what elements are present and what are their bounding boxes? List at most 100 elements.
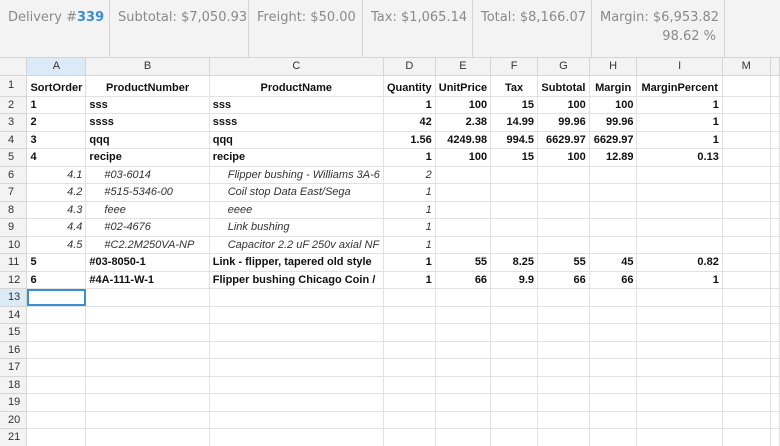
cell-productnumber[interactable] [85, 341, 210, 359]
cell-marginpercent[interactable] [636, 393, 723, 412]
column-header-b[interactable]: B [85, 58, 210, 76]
cell-unitprice[interactable]: 100 [435, 96, 492, 114]
cell-margin[interactable] [589, 341, 638, 359]
cell-productname[interactable]: Link bushing [209, 218, 384, 237]
column-header-f[interactable]: F [490, 58, 539, 76]
cell-marginpercent[interactable] [636, 358, 723, 377]
cell-subtotal[interactable]: 100 [537, 96, 590, 114]
cell-margin[interactable] [589, 358, 638, 377]
cell-quantity[interactable]: 1 [383, 253, 436, 272]
cell-margin[interactable] [589, 288, 638, 307]
cell-subtotal[interactable]: 6629.97 [537, 131, 590, 149]
cell-sortorder[interactable] [26, 323, 87, 342]
cell-productnumber[interactable]: #03-6014 [85, 166, 210, 184]
row-header[interactable]: 13 [0, 288, 28, 307]
row-header[interactable]: 16 [0, 341, 28, 359]
cell-unitprice[interactable]: 55 [435, 253, 492, 272]
cell-sortorder[interactable]: 4.5 [26, 236, 87, 254]
cell-unitprice[interactable] [435, 358, 492, 377]
cell-tax[interactable] [490, 393, 539, 412]
cell-m[interactable] [722, 288, 771, 307]
cell-sortorder[interactable]: 1 [26, 96, 87, 114]
cell-marginpercent[interactable]: 0.82 [636, 253, 723, 272]
row-header[interactable]: 18 [0, 376, 28, 394]
cell-unitprice[interactable] [435, 323, 492, 342]
row-header[interactable]: 20 [0, 411, 28, 429]
cell-margin[interactable]: 12.89 [589, 148, 638, 167]
cell-productnumber[interactable]: #02-4676 [85, 218, 210, 237]
column-header-d[interactable]: D [383, 58, 436, 76]
cell-sortorder[interactable] [26, 376, 87, 394]
cell-margin[interactable] [589, 306, 638, 324]
cell-subtotal[interactable]: 66 [537, 271, 590, 289]
cell-tax[interactable] [490, 341, 539, 359]
cell-productname[interactable]: Flipper bushing Chicago Coin / [209, 271, 384, 289]
cell-margin[interactable] [589, 218, 638, 237]
cell-margin[interactable] [589, 201, 638, 219]
cell-tax[interactable] [490, 323, 539, 342]
column-header-i[interactable]: I [636, 58, 723, 76]
cell-m[interactable] [722, 253, 771, 272]
cell-productname[interactable]: Coil stop Data East/Sega [209, 183, 384, 202]
column-header-m[interactable]: M [722, 58, 771, 76]
header-cell-quantity[interactable]: Quantity [383, 75, 436, 97]
row-header[interactable]: 2 [0, 96, 28, 114]
cell-unitprice[interactable] [435, 341, 492, 359]
cell-margin[interactable] [589, 166, 638, 184]
cell-sortorder[interactable] [26, 288, 87, 307]
row-header[interactable]: 10 [0, 236, 28, 254]
cell-m[interactable] [722, 201, 771, 219]
cell-quantity[interactable] [383, 376, 436, 394]
cell-marginpercent[interactable] [636, 411, 723, 429]
cell-productname[interactable] [209, 288, 384, 307]
cell-quantity[interactable]: 1 [383, 201, 436, 219]
cell-quantity[interactable]: 1 [383, 218, 436, 237]
cell-productnumber[interactable] [85, 428, 210, 446]
cell-tax[interactable]: 15 [490, 96, 539, 114]
cell-sortorder[interactable] [26, 306, 87, 324]
cell-quantity[interactable] [383, 411, 436, 429]
cell-productnumber[interactable]: #03-8050-1 [85, 253, 210, 272]
cell-marginpercent[interactable] [636, 341, 723, 359]
cell-subtotal[interactable] [537, 306, 590, 324]
cell-m[interactable] [722, 428, 771, 446]
cell-margin[interactable]: 6629.97 [589, 131, 638, 149]
cell-sortorder[interactable]: 6 [26, 271, 87, 289]
cell-productnumber[interactable] [85, 411, 210, 429]
cell-subtotal[interactable] [537, 218, 590, 237]
cell-margin[interactable]: 99.96 [589, 113, 638, 132]
cell-subtotal[interactable] [537, 411, 590, 429]
cell-marginpercent[interactable] [636, 376, 723, 394]
header-cell-productnumber[interactable]: ProductNumber [85, 75, 210, 97]
cell-m[interactable] [722, 183, 771, 202]
cell-quantity[interactable] [383, 358, 436, 377]
header-cell-productname[interactable]: ProductName [209, 75, 384, 97]
delivery-number[interactable]: 339 [77, 10, 104, 25]
cell-m[interactable] [722, 271, 771, 289]
row-header[interactable]: 6 [0, 166, 28, 184]
cell-productnumber[interactable]: sss [85, 96, 210, 114]
cell-tax[interactable] [490, 218, 539, 237]
cell-m[interactable] [722, 376, 771, 394]
cell-subtotal[interactable] [537, 428, 590, 446]
cell-quantity[interactable]: 1 [383, 183, 436, 202]
cell-productname[interactable] [209, 411, 384, 429]
cell-margin[interactable] [589, 323, 638, 342]
cell-sortorder[interactable]: 4.1 [26, 166, 87, 184]
cell-marginpercent[interactable] [636, 288, 723, 307]
cell-unitprice[interactable] [435, 393, 492, 412]
cell-m[interactable] [722, 96, 771, 114]
cell-tax[interactable] [490, 236, 539, 254]
cell-productnumber[interactable]: #4A-111-W-1 [85, 271, 210, 289]
row-header[interactable]: 4 [0, 131, 28, 149]
row-header[interactable]: 5 [0, 148, 28, 167]
cell-productname[interactable] [209, 428, 384, 446]
cell-sortorder[interactable]: 4.4 [26, 218, 87, 237]
cell-productnumber[interactable]: feee [85, 201, 210, 219]
cell-subtotal[interactable] [537, 358, 590, 377]
cell-marginpercent[interactable] [636, 323, 723, 342]
header-cell-m[interactable] [722, 75, 771, 97]
cell-m[interactable] [722, 393, 771, 412]
row-header[interactable]: 11 [0, 253, 28, 272]
header-cell-sortorder[interactable]: SortOrder [26, 75, 87, 97]
